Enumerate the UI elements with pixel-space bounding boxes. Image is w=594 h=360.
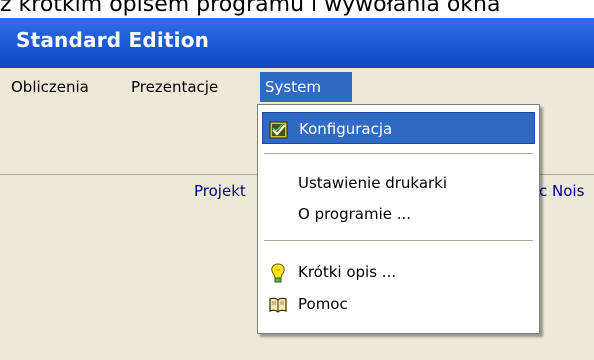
menu-item-pomoc[interactable]: Pomoc — [262, 288, 535, 320]
window-title: Standard Edition — [16, 28, 210, 52]
background-text-left: Projekt — [194, 182, 246, 200]
checklist-icon — [269, 119, 289, 139]
menu-item-krotki-opis[interactable]: Krótki opis ... — [262, 256, 535, 288]
menu-separator — [264, 240, 533, 241]
menu-item-label: Ustawienie drukarki — [298, 174, 448, 192]
help-book-icon — [268, 294, 288, 314]
menu-obliczenia[interactable]: Obliczenia — [6, 72, 94, 102]
system-dropdown-menu: Konfiguracja Ustawienie drukarki O progr… — [257, 104, 540, 334]
menu-item-label: Krótki opis ... — [298, 263, 397, 281]
menu-item-label: O programie ... — [298, 205, 412, 223]
caption-text: z krótkim opisem programu i wywołania ok… — [0, 0, 594, 18]
lightbulb-icon — [268, 262, 288, 283]
menu-item-o-programie[interactable]: O programie ... — [262, 198, 535, 230]
background-text-right: c Nois — [539, 182, 585, 200]
menu-item-label: Pomoc — [298, 295, 348, 313]
menu-bar: Obliczenia Prezentacje System — [0, 68, 594, 106]
title-bar: Standard Edition — [0, 18, 594, 68]
menu-item-konfiguracja[interactable]: Konfiguracja — [262, 112, 535, 144]
menu-separator — [264, 153, 533, 154]
menu-item-ustawienie-drukarki[interactable]: Ustawienie drukarki — [262, 167, 535, 199]
menu-item-label: Konfiguracja — [299, 120, 393, 138]
menu-system[interactable]: System — [260, 72, 352, 102]
menu-prezentacje[interactable]: Prezentacje — [126, 72, 223, 102]
